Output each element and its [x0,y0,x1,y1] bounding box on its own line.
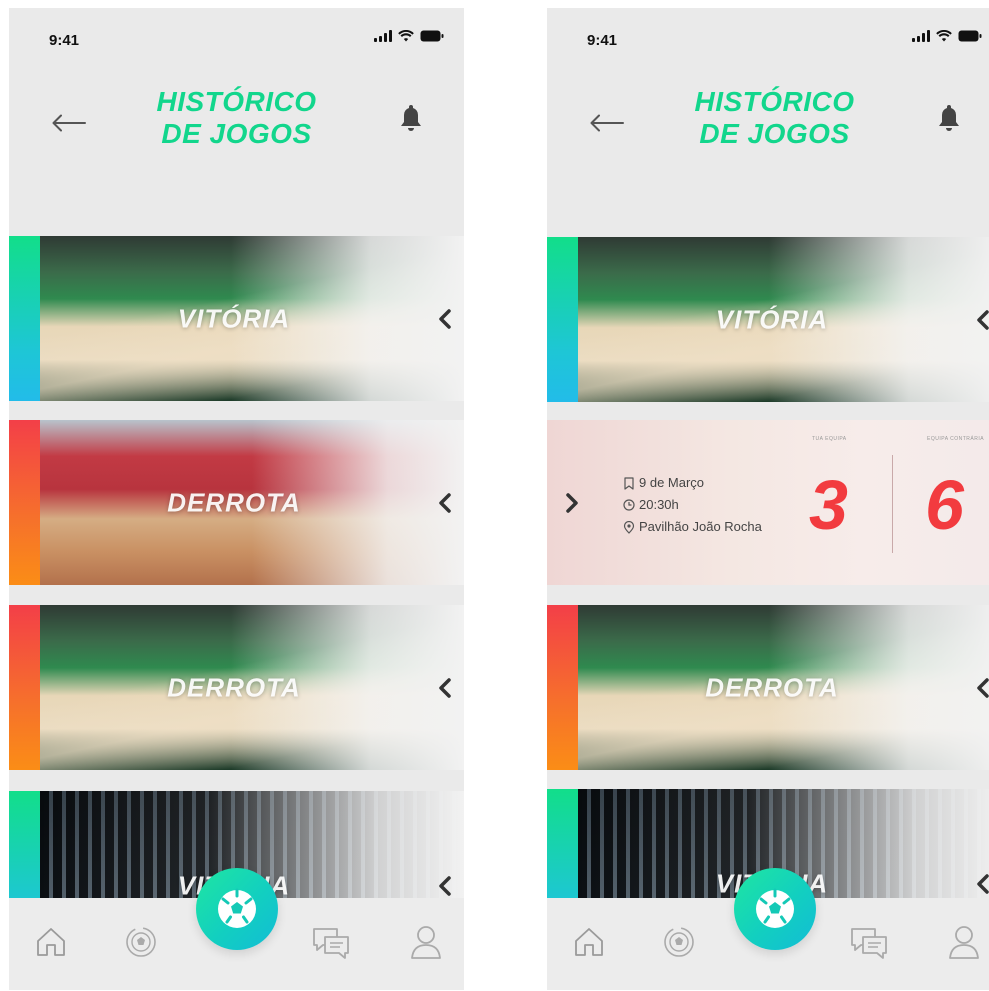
phone-screen-detail: 9:41 HISTÓRICO DE JOGOS VITÓRIA 9 de Mar… [547,8,989,990]
expand-chevron-button[interactable] [972,871,989,897]
away-score: 6 [925,466,964,544]
game-result-label: DERROTA [705,672,839,702]
game-result-label: VITÓRIA [177,303,291,333]
nav-home-button[interactable] [29,920,73,964]
game-result-label: DERROTA [167,672,301,702]
chevron-left-icon [977,677,989,698]
notifications-button[interactable] [934,100,964,136]
signal-icon [374,30,392,42]
game-detail-card[interactable]: 9 de Março 20:30h Pavilhão João Rocha TU… [547,420,989,585]
expand-chevron-button[interactable] [972,675,989,701]
game-venue-row: Pavilhão João Rocha [623,516,762,538]
chat-icon [313,928,349,959]
nav-history-button[interactable] [119,920,163,964]
game-date: 9 de Março [639,475,705,490]
nav-chat-button[interactable] [847,920,891,964]
game-time-row: 20:30h [623,494,762,516]
football-icon [218,888,256,928]
page-title-line1: HISTÓRICO [694,86,855,117]
notifications-button[interactable] [396,100,426,136]
expand-chevron-button[interactable] [434,675,456,701]
page-header: HISTÓRICO DE JOGOS [547,60,989,235]
home-icon [575,928,603,956]
status-bar: 9:41 [547,8,989,60]
football-icon [756,888,794,928]
nav-chat-button[interactable] [309,920,353,964]
chevron-right-icon [566,492,578,513]
result-strip-win [9,236,40,401]
home-score: 3 [809,466,848,544]
nav-history-button[interactable] [657,920,701,964]
page-header: HISTÓRICO DE JOGOS [9,60,464,235]
chevron-left-icon [439,876,451,896]
expand-chevron-button[interactable] [972,307,989,333]
nav-profile-button[interactable] [942,920,986,964]
chevron-left-icon [439,492,451,513]
bell-icon [939,105,959,131]
nav-profile-button[interactable] [404,920,448,964]
game-result-label: DERROTA [167,487,301,517]
profile-icon [411,926,441,959]
game-info: 9 de Março 20:30h Pavilhão João Rocha [623,472,762,538]
result-strip-loss [547,605,578,770]
page-title-line2: DE JOGOS [699,118,850,149]
expand-chevron-button[interactable] [434,873,456,899]
home-icon [37,928,65,956]
chevron-left-icon [977,309,989,330]
chat-icon [851,928,887,959]
score-divider [892,455,893,553]
battery-icon [420,30,444,42]
battery-icon [958,30,982,42]
game-card[interactable]: VITÓRIA [547,237,989,402]
chevron-left-icon [439,677,451,698]
profile-icon [949,926,979,959]
signal-icon [912,30,930,42]
game-result-label: VITÓRIA [715,304,829,334]
status-bar: 9:41 [9,8,464,60]
status-icons [912,30,982,42]
status-time: 9:41 [49,32,80,49]
result-strip-win [547,237,578,402]
collapse-chevron-button[interactable] [561,490,583,516]
location-pin-icon [623,520,635,534]
play-fab-button[interactable] [734,868,816,950]
game-card[interactable]: DERROTA [9,420,464,585]
game-card[interactable]: VITÓRIA [9,236,464,401]
game-date-row: 9 de Março [623,472,762,494]
play-fab-button[interactable] [196,868,278,950]
clock-icon [623,499,635,511]
bottom-nav [547,868,989,990]
result-strip-loss [9,420,40,585]
away-team-label: EQUIPA CONTRÁRIA [927,436,985,442]
phone-screen-list: 9:41 HISTÓRICO DE JOGOS VITÓRIA DERROTA … [9,8,464,990]
history-icon [664,927,694,957]
chevron-left-icon [439,308,451,329]
expand-chevron-button[interactable] [434,490,456,516]
bell-icon [401,105,421,131]
nav-home-button[interactable] [567,920,611,964]
home-team-label: TUA EQUIPA [812,436,847,442]
game-time: 20:30h [639,497,679,512]
bookmark-icon [624,476,634,490]
expand-chevron-button[interactable] [434,306,456,332]
game-card[interactable]: DERROTA [9,605,464,770]
game-venue: Pavilhão João Rocha [639,519,762,534]
wifi-icon [398,30,414,42]
wifi-icon [936,30,952,42]
result-strip-loss [9,605,40,770]
game-card[interactable]: DERROTA [547,605,989,770]
status-icons [374,30,444,42]
status-time: 9:41 [587,32,618,49]
page-title: HISTÓRICO DE JOGOS [547,86,989,150]
bottom-nav [9,868,464,990]
history-icon [126,927,156,957]
chevron-left-icon [977,874,989,894]
